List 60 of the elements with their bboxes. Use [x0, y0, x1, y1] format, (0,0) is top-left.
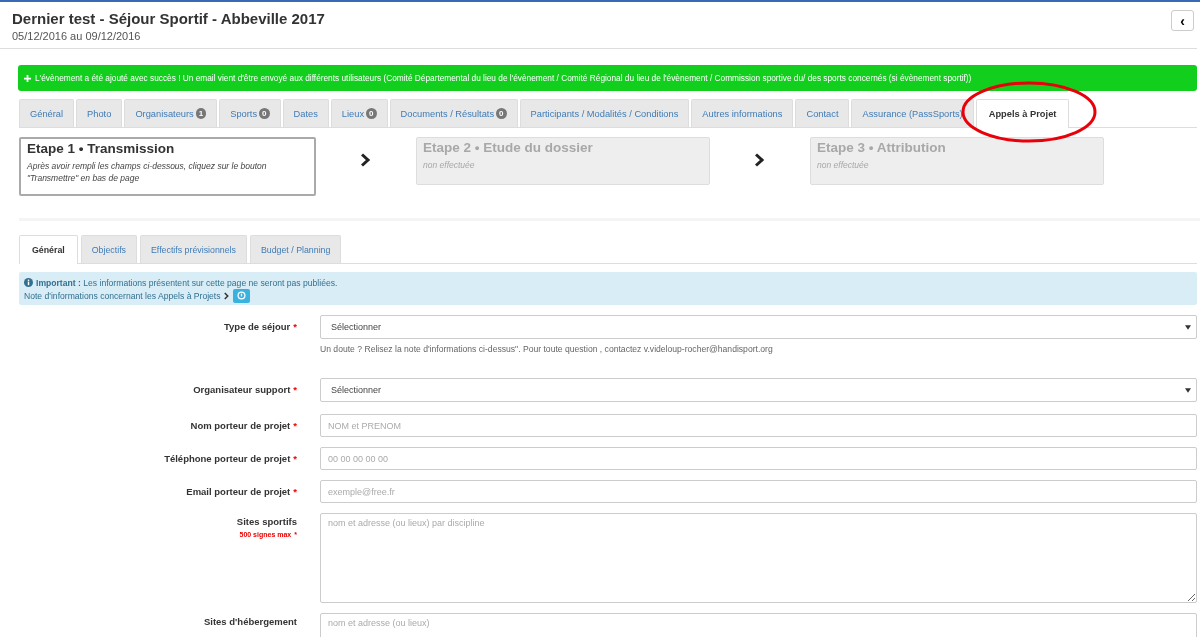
plus-icon	[24, 74, 31, 82]
tab[interactable]: Général	[19, 235, 78, 264]
step-description: Après avoir rempli les champs ci-dessous, cliquez sur le bouton "Transmettre" en bas de page	[27, 160, 268, 184]
step-title: Etape 1 • Transmission	[27, 141, 176, 156]
field-label: Organisateur support	[193, 384, 291, 395]
circle-icon	[236, 291, 246, 300]
text-area[interactable]: nom et adresse (ou lieux) par discipline	[320, 513, 1197, 603]
tab[interactable]: Participants / Modalités / Conditions	[519, 99, 690, 127]
field-label: Nom porteur de projet	[190, 420, 291, 431]
chevron-right-icon	[223, 291, 230, 300]
text-field[interactable]: exemple@free.fr	[320, 480, 1197, 503]
back-button[interactable]: ‹	[1171, 10, 1194, 31]
tab[interactable]: Assurance (PassSports)	[851, 99, 974, 127]
count-badge: 0	[366, 108, 377, 119]
step-description: non effectuée	[423, 159, 476, 171]
tab[interactable]: Budget / Planning	[249, 235, 342, 263]
tab[interactable]: Autres informations	[691, 99, 794, 127]
required-mark: *	[293, 486, 297, 497]
text-area[interactable]: nom et adresse (ou lieux)	[320, 613, 1197, 637]
dropdown-arrow-icon	[1185, 324, 1191, 330]
tab[interactable]: Documents / Résultats 0	[389, 99, 518, 127]
count-badge: 0	[496, 108, 507, 119]
required-mark: *	[293, 384, 297, 395]
tab[interactable]: Appels à Projet	[975, 99, 1070, 128]
field-label: Type de séjour	[223, 321, 291, 332]
count-badge: 1	[195, 108, 207, 119]
info-icon	[24, 278, 33, 287]
count-badge: 0	[259, 108, 270, 119]
tab[interactable]: Général	[19, 99, 75, 127]
field-label: Sites d'hébergement	[203, 616, 297, 627]
required-mark: *	[293, 420, 297, 431]
field-label: Email porteur de projet	[186, 486, 291, 497]
event-dates: 05/12/2016 au 09/12/2016	[12, 30, 142, 42]
tab[interactable]: Photo	[76, 99, 123, 127]
alert-text: L'évènement a été ajouté avec succès ! Un email vient d'être envoyé aux différents utilisateurs (Comité Départemental du lieu de l'évènement / Comité Régional du lieu de l'évènement / Commission sportive du/ des sports concernés (si évènement sportif))	[35, 73, 972, 83]
tab[interactable]: Objectifs	[80, 235, 137, 263]
tab[interactable]: Sports 0	[219, 99, 281, 127]
tab[interactable]: Organisateurs 1	[124, 99, 218, 127]
chevron-right-icon	[361, 153, 371, 167]
text-field[interactable]: 00 00 00 00 00	[320, 447, 1197, 470]
text-field[interactable]: NOM et PRENOM	[320, 414, 1197, 437]
tab[interactable]: Dates	[282, 99, 329, 127]
select-field[interactable]: Sélectionner	[320, 315, 1197, 339]
step-title: Etape 2 • Etude du dossier	[423, 140, 594, 155]
page-title: Dernier test - Séjour Sportif - Abbeville 2017	[12, 10, 325, 27]
tab[interactable]: Lieux 0	[330, 99, 388, 127]
select-field[interactable]: Sélectionner	[320, 378, 1197, 402]
chevron-right-icon	[755, 153, 765, 167]
note-link[interactable]: Note d'informations concernant les Appels à Projets	[24, 290, 221, 301]
tab[interactable]: Contact	[795, 99, 850, 127]
info-text: Important : Les informations présentent sur cette page ne seront pas publiées.	[36, 277, 338, 288]
field-label: Téléphone porteur de projet	[164, 453, 291, 464]
tab[interactable]: Effectifs prévisionnels	[140, 235, 247, 263]
dropdown-arrow-icon	[1185, 387, 1191, 393]
step-description: non effectuée	[817, 159, 870, 171]
step-title: Etape 3 • Attribution	[817, 140, 947, 155]
field-label: Sites sportifs	[236, 516, 297, 527]
help-text: Un doute ? Relisez la note d'informations ci-dessus". Pour toute question , contactez v.videloup-rocher@handisport.org	[320, 344, 774, 354]
required-mark: *	[293, 321, 297, 332]
required-mark: *	[293, 453, 297, 464]
